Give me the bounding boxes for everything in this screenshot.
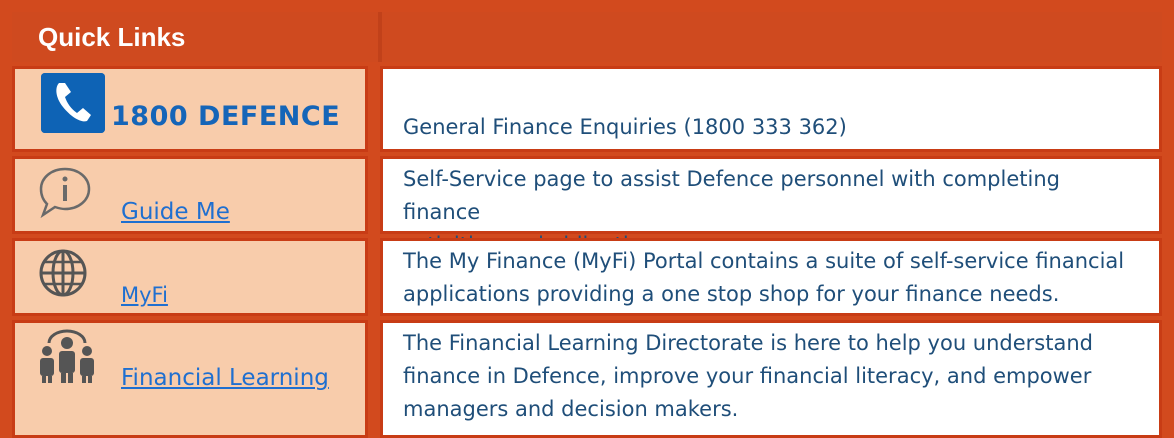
- row-separator: [368, 238, 380, 316]
- quick-link-desc-cell-financial-learning: The Financial Learning Directorate is he…: [380, 320, 1162, 438]
- quick-links-header: Quick Links: [12, 12, 1162, 62]
- header-divider: [378, 12, 382, 62]
- quick-link-cell-phone: 1800 DEFENCE: [12, 66, 368, 152]
- quick-link-description: The My Finance (MyFi) Portal contains a …: [403, 245, 1141, 311]
- info-speech-bubble-icon: [39, 167, 91, 219]
- quick-link-cell-myfi: MyFi: [12, 238, 368, 316]
- description-line: Self-Service page to assist Defence pers…: [403, 167, 1060, 224]
- guide-me-link[interactable]: Guide Me: [121, 199, 230, 225]
- description-line: applications providing a one stop shop f…: [403, 282, 1060, 306]
- globe-icon: [39, 249, 87, 297]
- quick-link-row-financial-learning: Financial Learning The Financial Learnin…: [12, 320, 1162, 438]
- row-separator: [368, 320, 380, 438]
- quick-link-description: The Financial Learning Directorate is he…: [403, 327, 1141, 426]
- quick-link-desc-cell-guide-me: Self-Service page to assist Defence pers…: [380, 156, 1162, 257]
- description-line: The Financial Learning Directorate is he…: [403, 331, 1093, 355]
- people-group-icon: [40, 329, 94, 383]
- myfi-link[interactable]: MyFi: [121, 283, 168, 307]
- quick-link-row-myfi: MyFi The My Finance (MyFi) Portal contai…: [12, 238, 1162, 316]
- phone-number-label[interactable]: 1800 DEFENCE: [111, 101, 340, 132]
- row-separator: [368, 66, 380, 152]
- quick-link-cell-guide-me: Guide Me: [12, 156, 368, 234]
- row-separator: [368, 156, 380, 234]
- description-line: finance in Defence, improve your financi…: [403, 364, 1092, 388]
- phone-icon: [41, 73, 105, 133]
- quick-link-desc-cell-myfi: The My Finance (MyFi) Portal contains a …: [380, 238, 1162, 316]
- quick-link-row-guide-me: Guide Me Self-Service page to assist Def…: [12, 156, 1162, 257]
- financial-learning-link[interactable]: Financial Learning: [121, 365, 329, 391]
- description-line: managers and decision makers.: [403, 397, 739, 421]
- quick-link-cell-financial-learning: Financial Learning: [12, 320, 368, 438]
- description-line: The My Finance (MyFi) Portal contains a …: [403, 249, 1125, 273]
- quick-links-title: Quick Links: [38, 22, 186, 52]
- quick-link-description: General Finance Enquiries (1800 333 362): [403, 115, 847, 139]
- quick-link-row-phone: 1800 DEFENCE General Finance Enquiries (…: [12, 66, 1162, 152]
- quick-link-desc-cell-phone: General Finance Enquiries (1800 333 362): [380, 66, 1162, 152]
- quick-links-panel: Quick Links 1800 DEFENCE General Finance…: [0, 0, 1174, 438]
